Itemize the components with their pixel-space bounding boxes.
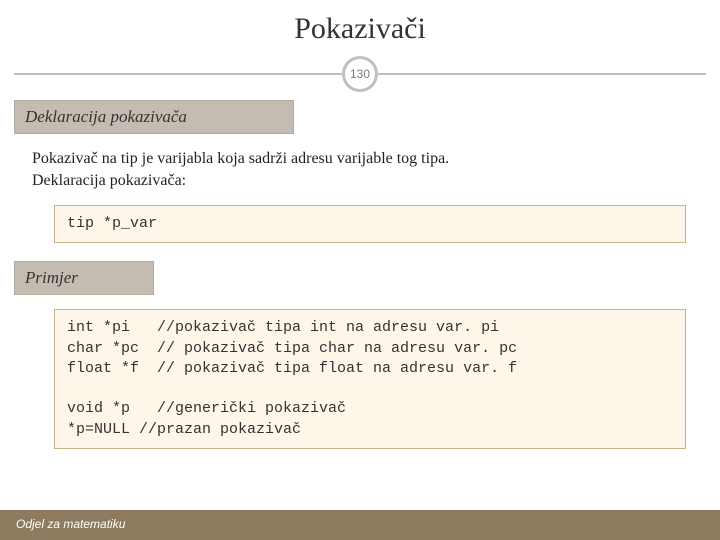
code-box-syntax: tip *p_var [54, 205, 686, 243]
title-divider: 130 [14, 56, 706, 92]
code-box-example: int *pi //pokazivač tipa int na adresu v… [54, 309, 686, 449]
page-number-badge: 130 [342, 56, 378, 92]
section-header-declaration: Deklaracija pokazivača [14, 100, 294, 134]
body-line-1: Pokazivač na tip je varijabla koja sadrž… [32, 150, 449, 167]
body-text: Pokazivač na tip je varijabla koja sadrž… [14, 148, 706, 191]
body-line-2: Deklaracija pokazivača: [32, 172, 186, 189]
section-header-example: Primjer [14, 261, 154, 295]
page-title: Pokazivači [14, 12, 706, 46]
footer: Odjel za matematiku [0, 510, 720, 540]
slide: Pokazivači 130 Deklaracija pokazivača Po… [0, 0, 720, 540]
